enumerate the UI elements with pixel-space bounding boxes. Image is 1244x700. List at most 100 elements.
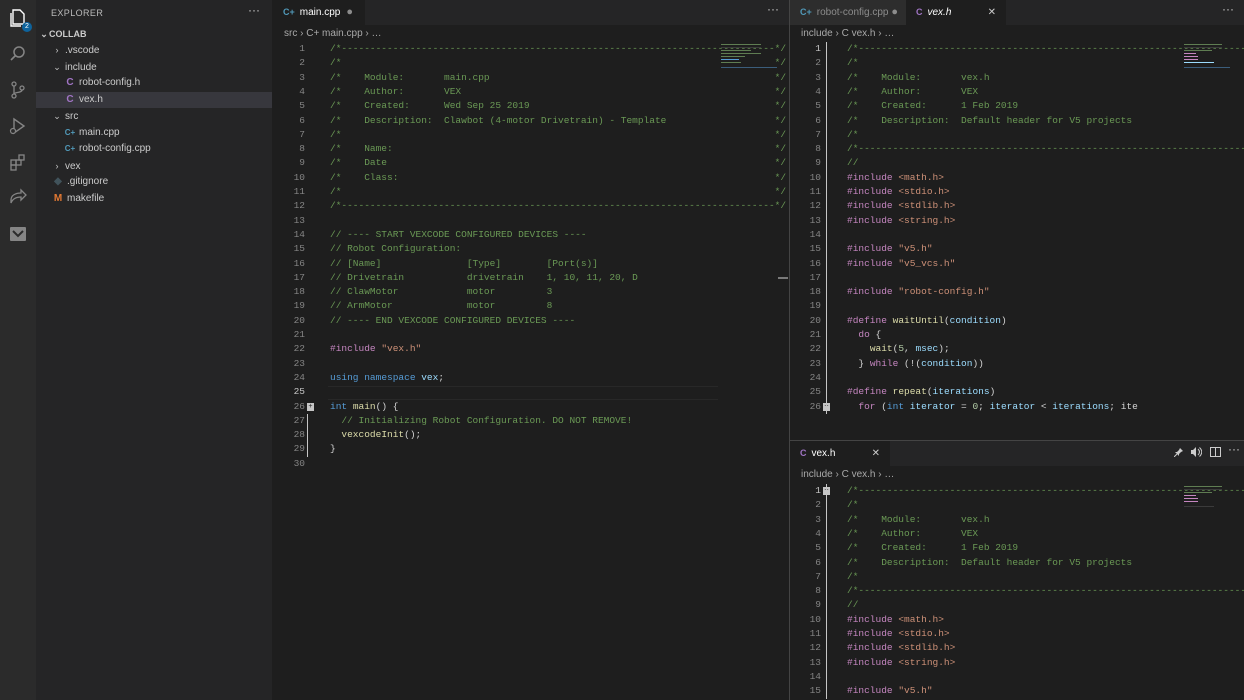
code-line[interactable]: 23 } while (!(condition)) (790, 357, 1244, 371)
tree-item[interactable]: ⌄ include (36, 59, 272, 75)
tree-item[interactable]: ⌄ src (36, 108, 272, 124)
code-line[interactable]: 16 #include "v5_vcs.h" (790, 257, 1244, 271)
left-scrollbar-indicator[interactable] (778, 277, 788, 279)
code-line[interactable]: 22 wait(5, msec); \ (790, 342, 1244, 356)
code-line[interactable]: 10 /* Class: */ (273, 171, 789, 185)
code-line[interactable]: 24 using namespace vex; (273, 371, 789, 385)
code-line[interactable]: 22 #include "vex.h" (273, 342, 789, 356)
code-line[interactable]: 5 /* Created: Wed Sep 25 2019 */ (273, 99, 789, 113)
vex-extension-icon[interactable] (8, 224, 28, 244)
source-control-icon[interactable] (8, 80, 28, 100)
code-line[interactable]: 11 #include <stdio.h> (790, 185, 1244, 199)
code-line[interactable]: 1+/*------------------------------------… (790, 484, 1244, 498)
code-line[interactable]: 3 /* Module: main.cpp */ (273, 71, 789, 85)
code-line[interactable]: 8 /* Name: */ (273, 142, 789, 156)
code-line[interactable]: 29} (273, 442, 789, 456)
code-line[interactable]: 8 /*-------------------------------------… (790, 142, 1244, 156)
code-line[interactable]: 3 /* Module: vex.h */ (790, 71, 1244, 85)
tree-item[interactable]: › vex (36, 158, 272, 174)
code-line[interactable]: 9 // (790, 598, 1244, 612)
code-line[interactable]: 9 /* Date */ (273, 156, 789, 170)
tree-item[interactable]: Cvex.h (36, 91, 272, 108)
code-line[interactable]: 12 #include <stdlib.h> (790, 199, 1244, 213)
code-line[interactable]: 1/*-------------------------------------… (790, 42, 1244, 56)
code-line[interactable]: 5 /* Created: 1 Feb 2019 */ (790, 99, 1244, 113)
tree-item[interactable]: C+ robot-config.cpp (36, 141, 272, 157)
close-icon[interactable]: ✕ (872, 441, 880, 466)
code-line[interactable]: 2/* */ (273, 56, 789, 70)
code-line[interactable]: 6 /* Description: Default header for V5 p… (790, 556, 1244, 570)
code-line[interactable]: 7 /* */ (790, 570, 1244, 584)
code-line[interactable]: 4 /* Author: VEX */ (273, 85, 789, 99)
code-line[interactable]: 20 // ---- END VEXCODE CONFIGURED DEVICES… (273, 314, 789, 328)
extensions-icon[interactable] (8, 152, 28, 172)
tab-main-cpp[interactable]: C+ main.cpp ● (273, 0, 365, 25)
code-line[interactable]: 1/*-------------------------------------… (273, 42, 789, 56)
code-line[interactable]: 4 /* Author: VEX */ (790, 527, 1244, 541)
code-line[interactable]: 12 #include <stdlib.h> (790, 641, 1244, 655)
code-line[interactable]: 26+ for (int iterator = 0; iterator < it… (790, 400, 1244, 414)
tree-item[interactable]: Crobot-config.h (36, 75, 272, 91)
code-line[interactable]: 23 (273, 357, 789, 371)
unsaved-dot-icon[interactable]: ● (891, 0, 898, 25)
tree-item[interactable]: ◆ .gitignore (36, 174, 272, 190)
fold-marker-icon[interactable]: + (307, 402, 314, 411)
tree-item[interactable]: › .vscode (36, 42, 272, 58)
code-line[interactable]: 19 (790, 299, 1244, 313)
code-line[interactable]: 2/* */ (790, 498, 1244, 512)
main-cpp-editor[interactable]: 1 /*-------------------------------------… (273, 42, 789, 700)
run-debug-icon[interactable] (8, 116, 28, 136)
split-editor-icon[interactable] (1210, 447, 1221, 460)
live-share-icon[interactable] (8, 188, 28, 208)
unsaved-dot-icon[interactable]: ● (346, 0, 353, 25)
code-line[interactable]: 8 /*-------------------------------------… (790, 584, 1244, 598)
pin-icon[interactable] (1173, 447, 1184, 460)
code-line[interactable]: 21 (273, 328, 789, 342)
code-line[interactable]: 25 #define repeat(iterations) \ (790, 385, 1244, 399)
right-bottom-minimap[interactable] (1184, 484, 1228, 512)
speaker-icon[interactable] (1190, 447, 1203, 460)
code-line[interactable]: 12 /*------------------------------------… (273, 199, 789, 213)
code-line[interactable]: 14 (790, 670, 1244, 684)
code-line[interactable]: 2/* */ (790, 56, 1244, 70)
code-line[interactable]: 17 (790, 271, 1244, 285)
code-line[interactable]: 27 // Initializing Robot Configuration. … (273, 414, 789, 428)
left-minimap[interactable] (721, 42, 777, 70)
code-line[interactable]: 15 #include "v5.h" (790, 684, 1244, 698)
code-line[interactable]: 14 (790, 228, 1244, 242)
workspace-root[interactable]: ⌄COLLAB (36, 26, 272, 42)
left-breadcrumb[interactable]: src › C+ main.cpp › … (284, 25, 382, 42)
code-line[interactable]: 17 // Drivetrain drivetrain 1, 10, 11, 20… (273, 271, 789, 285)
code-line[interactable]: 11 /* */ (273, 185, 789, 199)
code-line[interactable]: 11 #include <stdio.h> (790, 627, 1244, 641)
code-line[interactable]: 24 (790, 371, 1244, 385)
right-top-minimap[interactable] (1184, 42, 1230, 70)
left-editor-more-button[interactable]: ··· (767, 2, 779, 16)
search-icon[interactable] (8, 44, 28, 64)
code-line[interactable]: 10 #include <math.h> (790, 171, 1244, 185)
code-line[interactable]: 4 /* Author: VEX */ (790, 85, 1244, 99)
code-line[interactable]: 21 do { \ (790, 328, 1244, 342)
tree-item[interactable]: Mmakefile (36, 191, 272, 207)
code-line[interactable]: 13 (273, 214, 789, 228)
right-top-breadcrumb[interactable]: include › C vex.h › … (801, 25, 894, 42)
code-line[interactable]: 9 // (790, 156, 1244, 170)
vex-h-editor-top[interactable]: 1 /*-------------------------------------… (790, 42, 1244, 440)
code-line[interactable]: 15 #include "v5.h" (790, 242, 1244, 256)
right-bottom-breadcrumb[interactable]: include › C vex.h › … (801, 466, 894, 483)
right-bottom-more-button[interactable]: ··· (1228, 442, 1240, 456)
vex-h-editor-bottom[interactable]: 1+/*------------------------------------… (790, 484, 1244, 700)
close-icon[interactable]: ✕ (988, 0, 996, 25)
code-line[interactable]: 18 #include "robot-config.h" (790, 285, 1244, 299)
code-line[interactable]: 7 /* */ (273, 128, 789, 142)
code-line[interactable]: 16 // [Name] [Type] [Port(s)] (273, 257, 789, 271)
code-line[interactable]: 15 // Robot Configuration: (273, 242, 789, 256)
code-line[interactable]: 6 /* Description: Default header for V5 p… (790, 114, 1244, 128)
code-line[interactable]: 13 #include <string.h> (790, 214, 1244, 228)
explorer-icon[interactable]: 2 (8, 8, 32, 32)
code-line[interactable]: 7 /* */ (790, 128, 1244, 142)
code-line[interactable]: 10 #include <math.h> (790, 613, 1244, 627)
code-line[interactable]: 19 // ArmMotor motor 8 (273, 299, 789, 313)
code-line[interactable]: 26 + int main() { (273, 400, 789, 414)
tab-vex-h[interactable]: Cvex.h ✕ (906, 0, 1006, 25)
